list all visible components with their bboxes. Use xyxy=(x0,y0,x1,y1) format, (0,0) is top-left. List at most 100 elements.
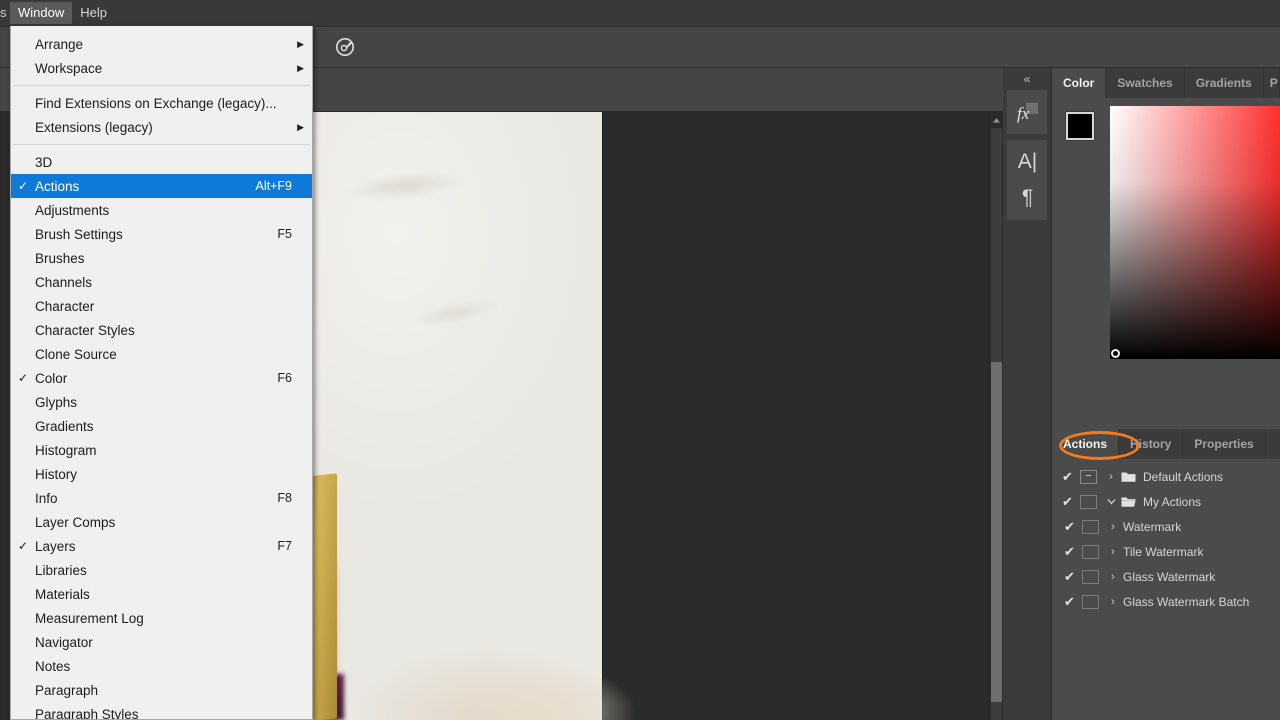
menu-checkmark-icon: ✓ xyxy=(17,179,29,193)
menu-item-character-styles[interactable]: Character Styles xyxy=(11,318,312,342)
tab-color[interactable]: Color xyxy=(1052,68,1107,98)
action-dialog-toggle[interactable] xyxy=(1082,519,1099,534)
tab-patterns[interactable]: P xyxy=(1264,68,1280,98)
scroll-up-arrow-icon[interactable] xyxy=(989,112,1003,128)
menu-item-navigator[interactable]: Navigator xyxy=(11,630,312,654)
action-enabled-checkmark[interactable]: ✔ xyxy=(1064,569,1082,585)
canvas-image[interactable] xyxy=(282,112,635,720)
menu-item-label: History xyxy=(35,466,78,482)
action-name: Watermark xyxy=(1123,519,1182,534)
menu-item-arrange[interactable]: Arrange ▶ xyxy=(11,32,312,56)
action-dialog-toggle[interactable] xyxy=(1082,569,1099,584)
collapse-panels-button[interactable]: « xyxy=(1003,68,1051,90)
menu-item-channels[interactable]: Channels xyxy=(11,270,312,294)
menu-item-shortcut: F6 xyxy=(277,371,292,385)
action-dialog-toggle[interactable]: − xyxy=(1080,469,1097,484)
menu-item-adjustments[interactable]: Adjustments xyxy=(11,198,312,222)
chevron-right-icon[interactable]: › xyxy=(1103,521,1123,533)
menu-item-clipped[interactable]: s xyxy=(0,2,10,24)
chevron-down-icon[interactable] xyxy=(1101,496,1121,508)
menu-item-label: Arrange xyxy=(35,36,84,52)
menu-item-label: Workspace xyxy=(35,60,103,76)
menu-item-find-extensions[interactable]: Find Extensions on Exchange (legacy)... xyxy=(11,91,312,115)
menu-item-layers[interactable]: ✓ Layers F7 xyxy=(11,534,312,558)
action-enabled-checkmark[interactable]: ✔ xyxy=(1064,594,1082,610)
dock-group-type: A| ¶ xyxy=(1007,140,1047,220)
menu-item-glyphs[interactable]: Glyphs xyxy=(11,390,312,414)
fx-icon[interactable]: fx xyxy=(1007,94,1048,130)
chevron-right-icon[interactable]: › xyxy=(1103,546,1123,558)
wall-texture-1 xyxy=(343,165,467,207)
action-name: Glass Watermark xyxy=(1123,569,1216,584)
action-set-name: My Actions xyxy=(1143,494,1202,509)
menu-item-color[interactable]: ✓ Color F6 xyxy=(11,366,312,390)
menu-item-measurement-log[interactable]: Measurement Log xyxy=(11,606,312,630)
menu-item-clone-source[interactable]: Clone Source xyxy=(11,342,312,366)
chevron-right-icon[interactable]: › xyxy=(1103,596,1123,608)
menu-item-label: Layers xyxy=(35,538,76,554)
menu-item-libraries[interactable]: Libraries xyxy=(11,558,312,582)
table-row[interactable]: ✔ › Watermark xyxy=(1052,514,1280,539)
table-row[interactable]: ✔ − › Default Actions xyxy=(1052,464,1280,489)
canvas-vertical-scrollbar[interactable] xyxy=(988,112,1003,720)
color-picker-cursor[interactable] xyxy=(1111,349,1120,358)
menu-item-brush-settings[interactable]: Brush Settings F5 xyxy=(11,222,312,246)
menu-item-actions[interactable]: ✓ Actions Alt+F9 xyxy=(11,174,312,198)
menu-item-layer-comps[interactable]: Layer Comps xyxy=(11,510,312,534)
menu-item-paragraph-styles[interactable]: Paragraph Styles xyxy=(11,702,312,720)
menu-item-history[interactable]: History xyxy=(11,462,312,486)
window-dropdown-menu[interactable]: Arrange ▶ Workspace ▶ Find Extensions on… xyxy=(10,26,313,720)
tab-actions[interactable]: Actions xyxy=(1052,429,1120,459)
action-enabled-checkmark[interactable]: ✔ xyxy=(1064,519,1082,535)
menu-item-3d[interactable]: 3D xyxy=(11,150,312,174)
menu-item-help[interactable]: Help xyxy=(72,2,115,24)
chevron-right-icon[interactable]: › xyxy=(1101,471,1121,483)
dock-group-styles: fx xyxy=(1007,90,1047,134)
svg-text:fx: fx xyxy=(1017,104,1030,123)
photoshop-window: s Window Help « fx A| ¶ Color Swatches G… xyxy=(0,0,1280,720)
action-enabled-checkmark[interactable]: ✔ xyxy=(1064,544,1082,560)
table-row[interactable]: ✔ My Actions xyxy=(1052,489,1280,514)
menu-item-label: Actions xyxy=(35,178,80,194)
table-row[interactable]: ✔ › Tile Watermark xyxy=(1052,539,1280,564)
table-row[interactable]: ✔ › Glass Watermark xyxy=(1052,564,1280,589)
menu-item-label: Adjustments xyxy=(35,202,110,218)
menu-item-paragraph[interactable]: Paragraph xyxy=(11,678,312,702)
foreground-color-swatch[interactable] xyxy=(1066,112,1094,140)
character-icon[interactable]: A| xyxy=(1007,144,1048,180)
menu-item-info[interactable]: Info F8 xyxy=(11,486,312,510)
tab-properties[interactable]: Properties xyxy=(1183,429,1266,459)
action-dialog-toggle[interactable] xyxy=(1082,594,1099,609)
tab-history[interactable]: History xyxy=(1119,429,1184,459)
menu-checkmark-icon: ✓ xyxy=(17,371,29,385)
table-row[interactable]: ✔ › Glass Watermark Batch xyxy=(1052,589,1280,614)
menu-item-window[interactable]: Window xyxy=(10,2,73,24)
menu-item-workspace[interactable]: Workspace ▶ xyxy=(11,56,312,80)
menu-item-brushes[interactable]: Brushes xyxy=(11,246,312,270)
menu-item-materials[interactable]: Materials xyxy=(11,582,312,606)
color-spectrum-picker[interactable] xyxy=(1110,106,1280,359)
menu-checkmark-icon: ✓ xyxy=(17,539,29,553)
menu-item-label: Gradients xyxy=(35,418,94,434)
chevron-right-icon: ▶ xyxy=(297,62,304,73)
action-enabled-checkmark[interactable]: ✔ xyxy=(1062,469,1080,485)
tab-gradients[interactable]: Gradients xyxy=(1185,68,1264,98)
paragraph-icon[interactable]: ¶ xyxy=(1007,180,1048,216)
tab-swatches[interactable]: Swatches xyxy=(1106,68,1185,98)
action-enabled-checkmark[interactable]: ✔ xyxy=(1062,494,1080,510)
spot-healing-brush-icon[interactable] xyxy=(330,32,360,62)
scrollbar-thumb[interactable] xyxy=(991,362,1002,702)
menu-item-character[interactable]: Character xyxy=(11,294,312,318)
collapsed-icon-dock: « fx A| ¶ xyxy=(1003,68,1052,720)
menu-item-histogram[interactable]: Histogram xyxy=(11,438,312,462)
menu-item-label: Navigator xyxy=(35,634,93,650)
chevron-right-icon: ▶ xyxy=(297,121,304,132)
action-dialog-toggle[interactable] xyxy=(1080,494,1097,509)
menu-item-gradients[interactable]: Gradients xyxy=(11,414,312,438)
color-panel xyxy=(1052,98,1280,429)
actions-panel-tab-row: Actions History Properties xyxy=(1052,429,1280,460)
chevron-right-icon[interactable]: › xyxy=(1103,571,1123,583)
action-dialog-toggle[interactable] xyxy=(1082,544,1099,559)
menu-item-notes[interactable]: Notes xyxy=(11,654,312,678)
menu-item-extensions-legacy[interactable]: Extensions (legacy) ▶ xyxy=(11,115,312,139)
